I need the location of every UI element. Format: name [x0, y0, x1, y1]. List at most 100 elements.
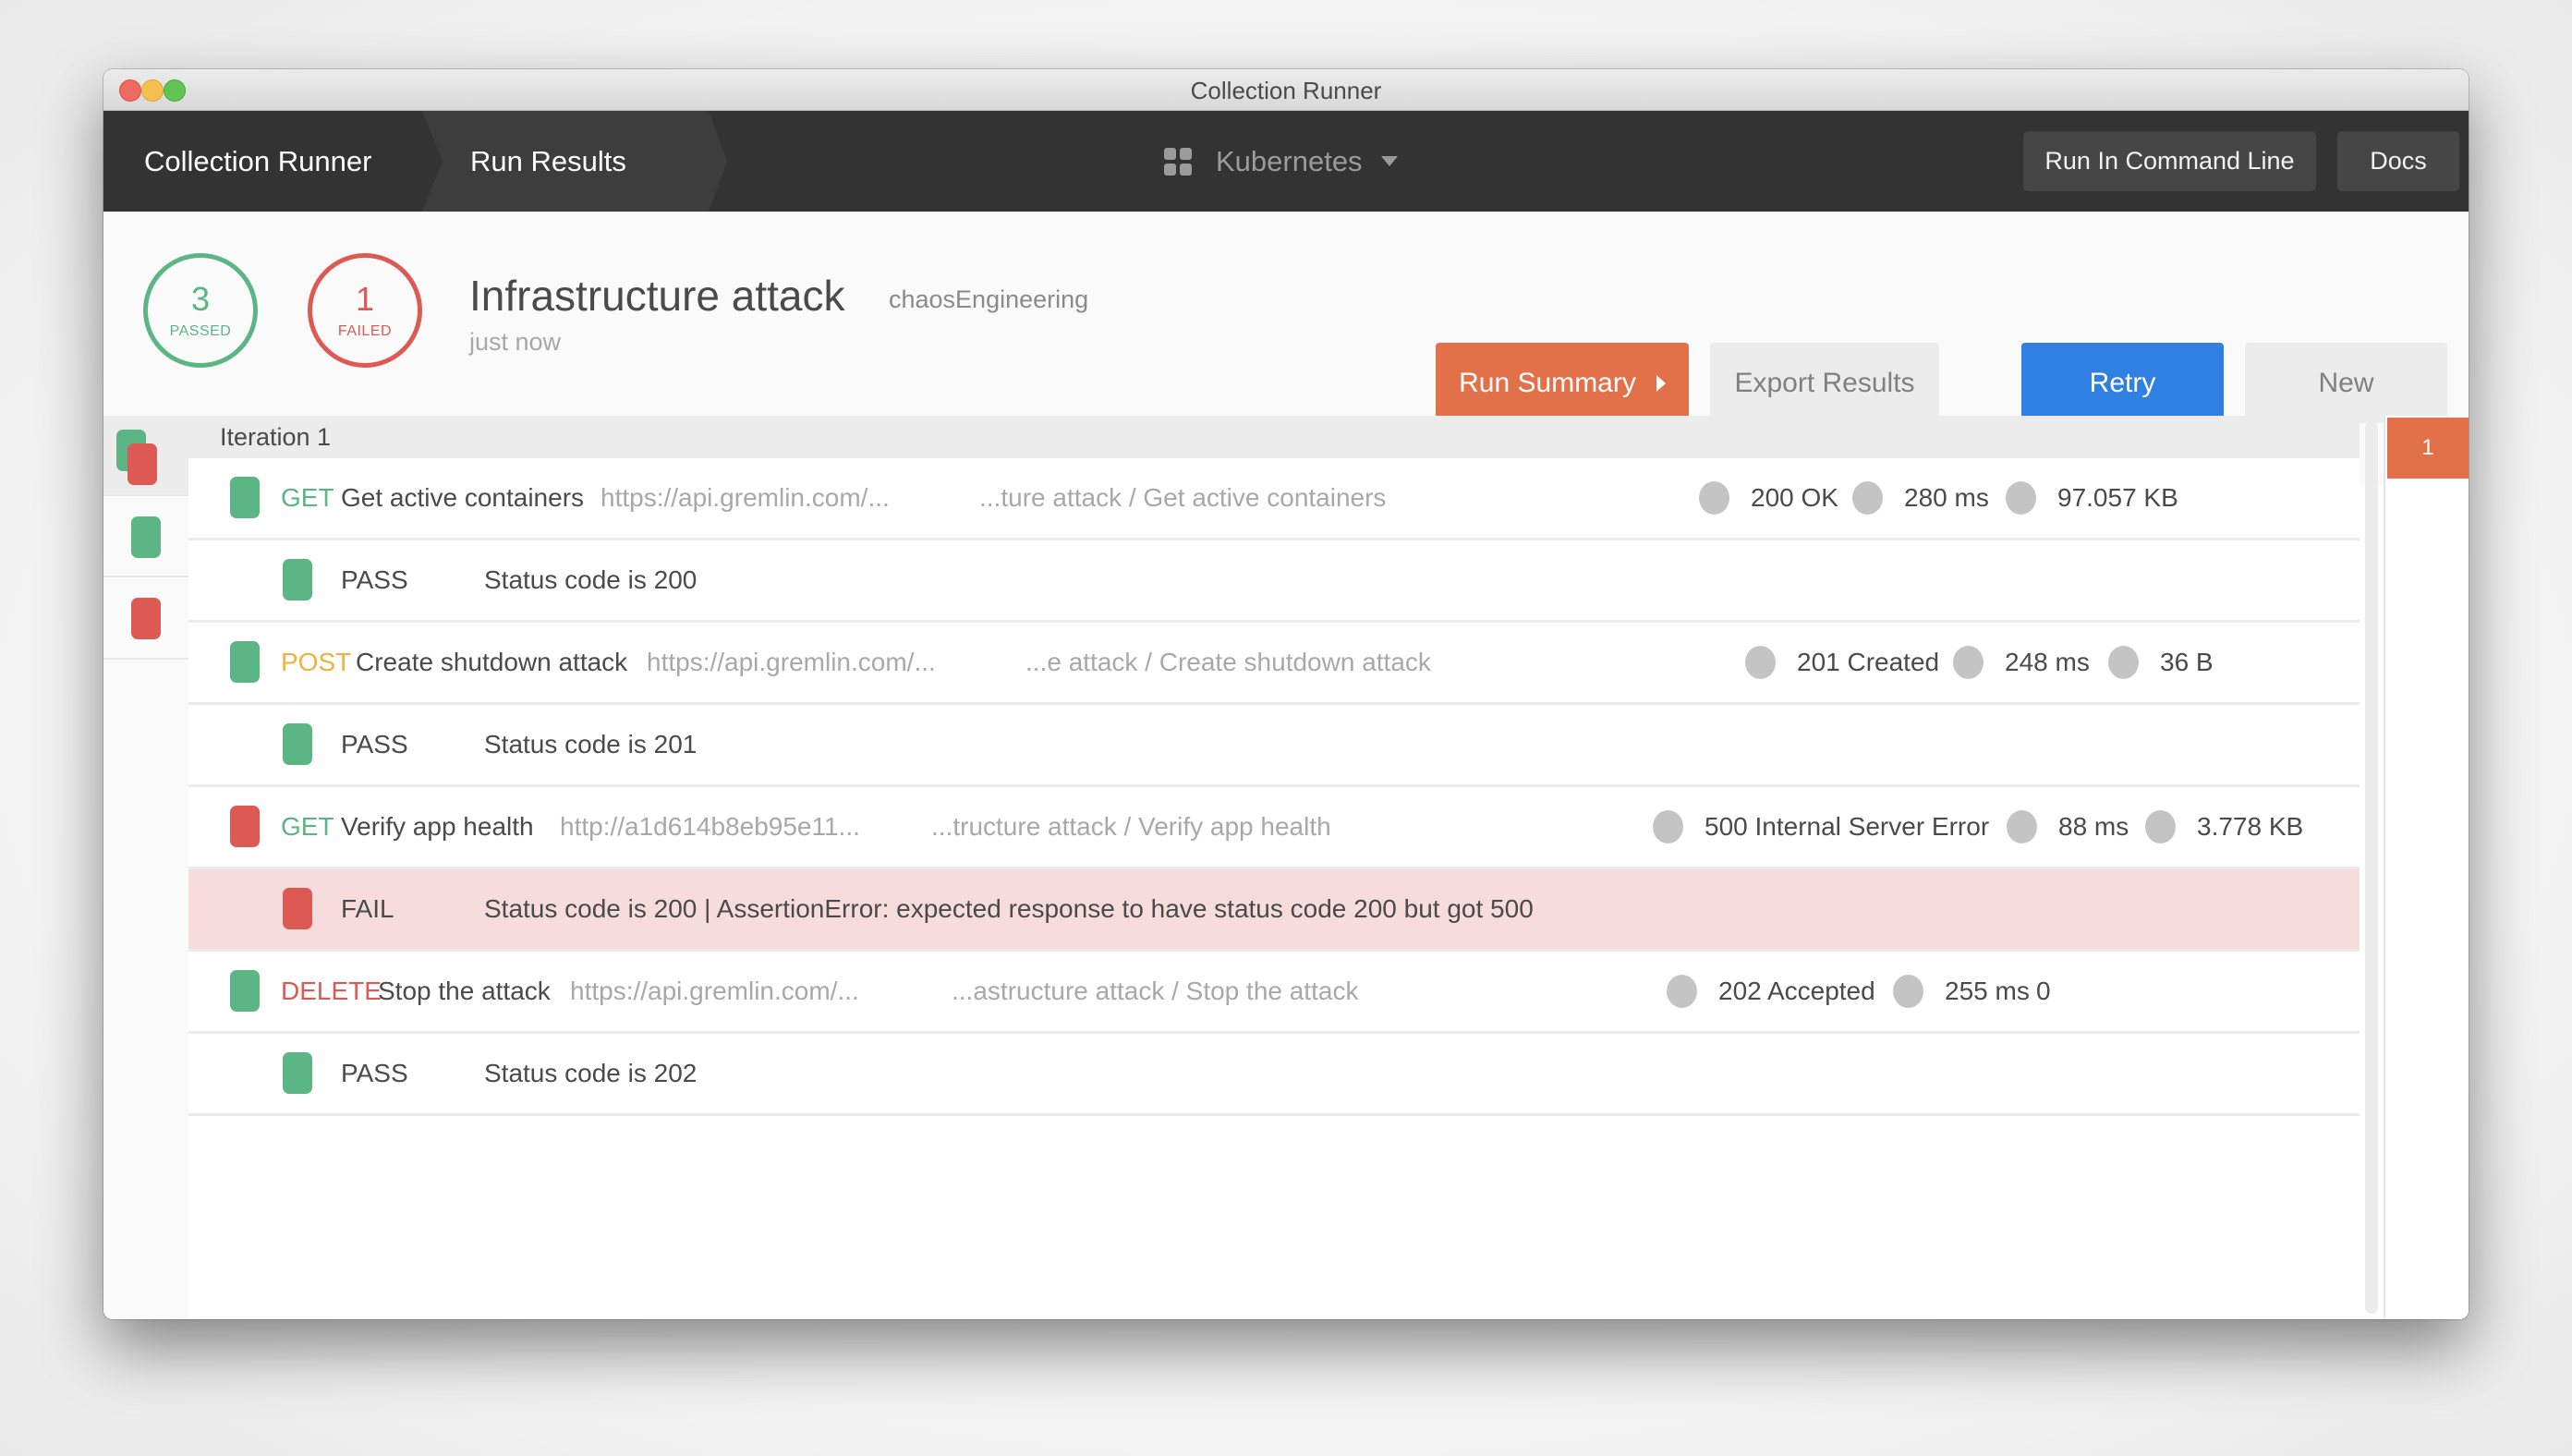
request-name: Verify app health — [341, 812, 534, 841]
response-size: 97.057 KB — [2057, 483, 2178, 512]
response-code: 500 Internal Server Error — [1705, 812, 1990, 841]
request-url: https://api.gremlin.com/... — [601, 483, 890, 512]
request-path: ...ture attack / Get active containers — [979, 483, 1387, 512]
response-time-icon — [1852, 481, 1883, 515]
pass-status-icon — [230, 970, 260, 1012]
run-name: Infrastructure attack — [469, 272, 845, 320]
response-time: 88 ms — [2058, 812, 2129, 841]
status-code-icon — [1699, 481, 1729, 515]
app-window: Collection Runner Run Results Collection… — [103, 69, 2469, 1319]
request-method: DELETE — [281, 977, 382, 1005]
iteration-badge[interactable]: 1 — [2387, 418, 2469, 479]
window-title: Collection Runner — [1190, 77, 1382, 104]
docs-button[interactable]: Docs — [2337, 131, 2459, 191]
request-url: http://a1d614b8eb95e11... — [560, 812, 860, 841]
chevron-down-icon — [1380, 156, 1398, 166]
response-time-icon — [1953, 646, 1984, 679]
response-size: 36 B — [2160, 648, 2214, 676]
test-result: FAIL — [341, 894, 394, 923]
pass-status-icon — [230, 641, 260, 683]
pass-status-icon — [230, 477, 260, 518]
title-bar: Collection Runner — [103, 69, 2469, 111]
caret-right-icon — [1656, 374, 1666, 392]
test-result: PASS — [341, 1059, 408, 1087]
results-list: Iteration 1 GET Get active containers ht… — [188, 416, 2403, 1319]
top-nav: Run Results Collection Runner Kubernetes… — [103, 111, 2469, 212]
passed-counter: 3 PASSED — [143, 253, 258, 368]
request-row[interactable]: GET Verify app health http://a1d614b8eb9… — [188, 787, 2403, 869]
sidebar-item-passed[interactable] — [103, 496, 188, 577]
request-path: ...e attack / Create shutdown attack — [1025, 648, 1431, 676]
response-time: 280 ms — [1904, 483, 1989, 512]
iteration-navigator: 1 — [2384, 416, 2469, 1319]
fail-status-icon — [131, 598, 161, 639]
pass-status-icon — [131, 516, 161, 558]
pass-status-icon — [283, 1052, 312, 1094]
request-method: GET — [281, 812, 334, 841]
response-code: 200 OK — [1751, 483, 1838, 512]
sidebar-item-all[interactable] — [103, 416, 188, 496]
pass-status-icon — [283, 559, 312, 601]
environment-name: chaosEngineering — [889, 285, 1089, 313]
fail-status-icon — [230, 806, 260, 847]
failed-label: FAILED — [337, 323, 393, 339]
export-results-button[interactable]: Export Results — [1710, 343, 1939, 423]
run-in-command-line-button[interactable]: Run In Command Line — [2023, 131, 2316, 191]
breadcrumb-run-results[interactable]: Run Results — [422, 111, 727, 212]
sidebar-item-failed[interactable] — [103, 577, 188, 660]
test-row-failed: FAIL Status code is 200 | AssertionError… — [188, 869, 2360, 952]
request-row[interactable]: POST Create shutdown attack https://api.… — [188, 623, 2403, 705]
test-result: PASS — [341, 730, 408, 758]
failed-counter: 1 FAILED — [308, 253, 422, 368]
request-url: https://api.gremlin.com/... — [570, 977, 859, 1005]
test-description: Status code is 200 — [484, 565, 698, 594]
fail-status-icon — [127, 443, 157, 485]
workspace-selector[interactable]: Kubernetes — [1164, 111, 1398, 212]
breadcrumb-label: Run Results — [470, 144, 626, 177]
response-code: 201 Created — [1797, 648, 1940, 676]
request-method: POST — [281, 648, 352, 676]
run-timestamp: just now — [469, 328, 562, 356]
test-row: PASS Status code is 201 — [188, 705, 2360, 787]
run-summary-button[interactable]: Run Summary — [1436, 343, 1689, 423]
workspace-name: Kubernetes — [1216, 144, 1363, 177]
passed-count: 3 — [190, 280, 211, 318]
pass-status-icon — [283, 723, 312, 765]
response-code: 202 Accepted — [1718, 977, 1875, 1005]
request-name: Create shutdown attack — [356, 648, 628, 676]
results-scrollbar[interactable] — [2365, 421, 2378, 1314]
test-row: PASS Status code is 200 — [188, 540, 2360, 623]
response-time: 255 ms — [1945, 977, 2030, 1005]
response-size: 3.778 KB — [2197, 812, 2304, 841]
iteration-header: Iteration 1 — [188, 416, 2360, 458]
response-size-icon — [2006, 481, 2036, 515]
test-result: PASS — [341, 565, 408, 594]
request-path: ...tructure attack / Verify app health — [931, 812, 1331, 841]
response-size-icon — [2145, 810, 2176, 843]
iteration-sidebar — [103, 416, 189, 1319]
response-size-icon — [2108, 646, 2139, 679]
failed-count: 1 — [355, 280, 375, 318]
request-path: ...astructure attack / Stop the attack — [952, 977, 1359, 1005]
test-description: Status code is 200 | AssertionError: exp… — [484, 894, 1534, 923]
status-code-icon — [1653, 810, 1683, 843]
passed-label: PASSED — [169, 323, 232, 339]
request-row[interactable]: DELETE Stop the attack https://api.greml… — [188, 952, 2403, 1034]
request-method: GET — [281, 483, 334, 512]
new-button[interactable]: New — [2245, 343, 2447, 423]
request-name: Get active containers — [341, 483, 585, 512]
breadcrumb-label: Collection Runner — [144, 144, 372, 177]
test-row: PASS Status code is 202 — [188, 1034, 2360, 1116]
response-time: 248 ms — [2005, 648, 2090, 676]
response-time-icon — [1893, 975, 1923, 1008]
test-description: Status code is 201 — [484, 730, 698, 758]
response-time-icon — [2007, 810, 2037, 843]
breadcrumb-collection-runner[interactable]: Collection Runner — [103, 111, 422, 212]
request-row[interactable]: GET Get active containers https://api.gr… — [188, 458, 2403, 540]
run-summary-label: Run Summary — [1459, 367, 1636, 398]
retry-button[interactable]: Retry — [2021, 343, 2224, 423]
fail-status-icon — [283, 888, 312, 929]
status-code-icon — [1667, 975, 1697, 1008]
request-name: Stop the attack — [378, 977, 551, 1005]
status-code-icon — [1745, 646, 1776, 679]
